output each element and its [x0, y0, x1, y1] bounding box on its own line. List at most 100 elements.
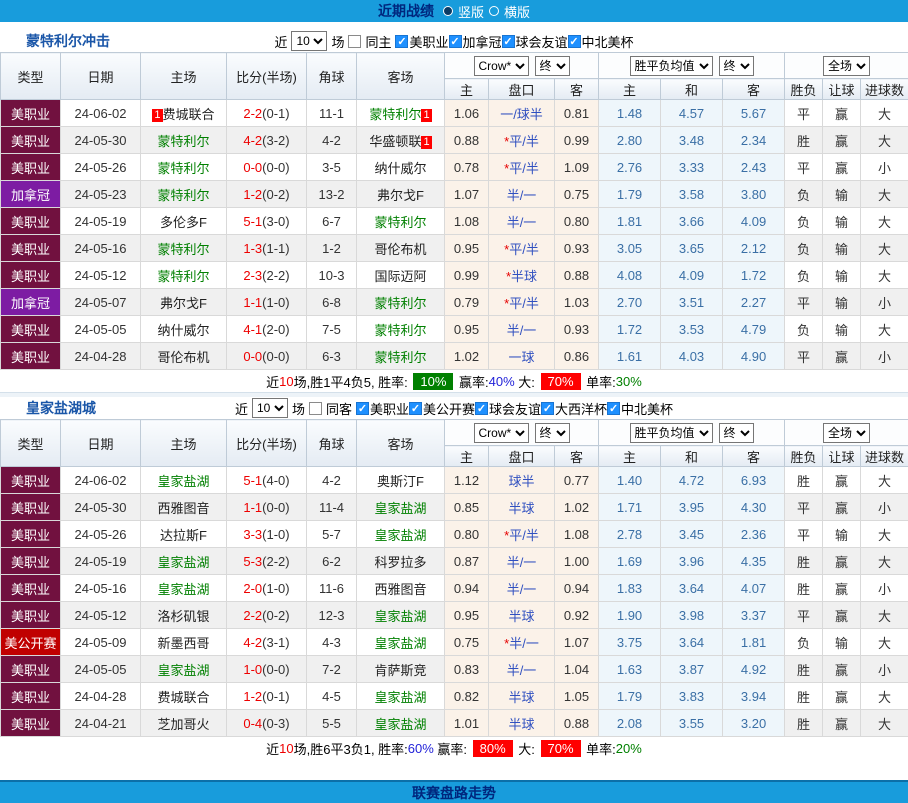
- odds-stage-select[interactable]: 终: [535, 423, 570, 443]
- mean-home: 2.70: [599, 289, 661, 316]
- away-team-name: 皇家盐湖: [374, 636, 426, 651]
- competition-checkbox[interactable]: [607, 402, 620, 415]
- competition-filter[interactable]: 球会友谊: [502, 32, 568, 51]
- handicap-text: 半球: [508, 690, 534, 705]
- mean-draw: 3.65: [661, 235, 723, 262]
- halftime-score: (0-2): [262, 187, 289, 202]
- odds-stage-select[interactable]: 终: [535, 56, 570, 76]
- result-wdl: 负: [785, 262, 823, 289]
- competition-checkbox[interactable]: [395, 35, 408, 48]
- handicap-text: 半/一: [507, 188, 537, 203]
- competition-filter[interactable]: 美公开赛: [409, 399, 475, 418]
- match-type-badge: 加拿冠: [1, 181, 61, 208]
- away-team-name: 华盛顿联: [369, 134, 421, 149]
- competition-checkbox[interactable]: [449, 35, 462, 48]
- competition-checkbox[interactable]: [409, 402, 422, 415]
- match-scope-select[interactable]: 全场: [823, 423, 870, 443]
- corner-score: 4-2: [307, 467, 357, 494]
- competition-checkbox[interactable]: [541, 402, 554, 415]
- corner-score: 10-3: [307, 262, 357, 289]
- result-handicap: 输: [823, 289, 861, 316]
- competition-checkbox[interactable]: [568, 35, 581, 48]
- mean-home: 1.81: [599, 208, 661, 235]
- odds-company-select[interactable]: Crow*: [474, 423, 529, 443]
- competition-checkbox[interactable]: [475, 402, 488, 415]
- odds-away: 0.81: [555, 100, 599, 127]
- result-handicap: 输: [823, 316, 861, 343]
- odds-company-select[interactable]: Crow*: [474, 56, 529, 76]
- competition-filter[interactable]: 美职业: [356, 399, 409, 418]
- result-wdl: 胜: [785, 467, 823, 494]
- handicap: *半/一: [489, 629, 555, 656]
- away-team-name: 纳什威尔: [374, 161, 426, 176]
- layout-radio-vertical[interactable]: [443, 6, 453, 16]
- competition-filter[interactable]: 中北美杯: [568, 32, 634, 51]
- away-team: 纳什威尔: [357, 154, 445, 181]
- same-venue-label: 同主: [365, 32, 391, 51]
- result-goals: 大: [861, 602, 908, 629]
- games-count-select[interactable]: 10: [291, 31, 327, 51]
- odds-away: 1.05: [555, 683, 599, 710]
- match-type-badge: 美职业: [1, 683, 61, 710]
- match-score: 0-0(0-0): [227, 343, 307, 370]
- handicap-text: 平/半: [509, 528, 539, 543]
- match-table-montreal: 类型 日期 主场 比分(半场) 角球 客场 Crow*终 胜平负均值终 全场 主…: [0, 52, 908, 370]
- mean-stage-select[interactable]: 终: [719, 423, 754, 443]
- recent-results-page: 近期战绩 竖版 横版 蒙特利尔冲击 近 10 场 同主 美职业加拿冠球会友谊中北…: [0, 0, 908, 803]
- odds-away: 1.07: [555, 629, 599, 656]
- summary-segment: 80%: [473, 740, 513, 757]
- result-wdl: 平: [785, 602, 823, 629]
- result-goals: 大: [861, 467, 908, 494]
- competition-filter[interactable]: 大西洋杯: [541, 399, 607, 418]
- competition-filter[interactable]: 中北美杯: [607, 399, 673, 418]
- competition-checkbox[interactable]: [356, 402, 369, 415]
- competition-checkbox[interactable]: [502, 35, 515, 48]
- competition-filter[interactable]: 加拿冠: [449, 32, 502, 51]
- filters-montreal: 近 10 场 同主 美职业加拿冠球会友谊中北美杯: [274, 31, 633, 51]
- mean-draw: 3.48: [661, 127, 723, 154]
- odds-home: 1.07: [445, 181, 489, 208]
- home-team-name: 弗尔戈F: [160, 296, 207, 311]
- mean-home: 1.63: [599, 656, 661, 683]
- mean-type-select[interactable]: 胜平负均值: [630, 423, 713, 443]
- competition-filter[interactable]: 球会友谊: [475, 399, 541, 418]
- home-team: 蒙特利尔: [141, 235, 227, 262]
- match-type-badge: 美职业: [1, 127, 61, 154]
- home-team-name: 费城联合: [157, 690, 209, 705]
- odds-away: 0.88: [555, 262, 599, 289]
- same-venue-checkbox[interactable]: [348, 35, 361, 48]
- mean-draw: 3.53: [661, 316, 723, 343]
- handicap: *平/半: [489, 235, 555, 262]
- match-score: 2-2(0-2): [227, 602, 307, 629]
- same-venue-checkbox[interactable]: [309, 402, 322, 415]
- halftime-score: (4-0): [262, 473, 289, 488]
- halftime-score: (2-0): [262, 322, 289, 337]
- mean-stage-select[interactable]: 终: [719, 56, 754, 76]
- odds-home: 1.01: [445, 710, 489, 737]
- handicap: *平/半: [489, 154, 555, 181]
- games-count-select[interactable]: 10: [252, 398, 288, 418]
- layout-radio-horizontal[interactable]: [489, 6, 499, 16]
- result-wdl: 胜: [785, 548, 823, 575]
- home-team: 达拉斯F: [141, 521, 227, 548]
- result-goals: 大: [861, 548, 908, 575]
- odds-home: 1.02: [445, 343, 489, 370]
- odds-away: 0.77: [555, 467, 599, 494]
- corner-score: 3-5: [307, 154, 357, 181]
- result-handicap: 赢: [823, 575, 861, 602]
- col-score: 比分(半场): [227, 53, 307, 100]
- result-handicap: 赢: [823, 683, 861, 710]
- result-wdl: 平: [785, 289, 823, 316]
- match-type-badge: 美职业: [1, 208, 61, 235]
- result-handicap: 赢: [823, 710, 861, 737]
- fulltime-score: 1-1: [243, 500, 262, 515]
- competition-filter[interactable]: 美职业: [395, 32, 448, 51]
- match-score: 4-2(3-2): [227, 127, 307, 154]
- odds-away: 1.09: [555, 154, 599, 181]
- match-scope-select[interactable]: 全场: [823, 56, 870, 76]
- col-mean-draw: 和: [661, 79, 723, 100]
- mean-type-select[interactable]: 胜平负均值: [630, 56, 713, 76]
- match-type-badge: 美职业: [1, 316, 61, 343]
- home-team: 哥伦布机: [141, 343, 227, 370]
- odds-home: 0.87: [445, 548, 489, 575]
